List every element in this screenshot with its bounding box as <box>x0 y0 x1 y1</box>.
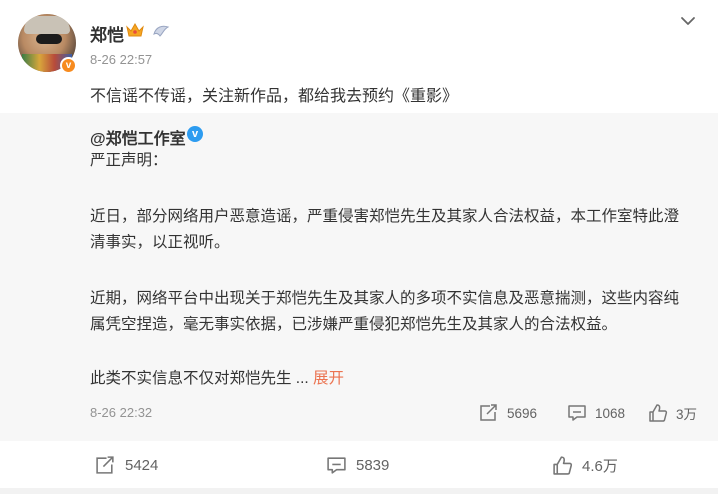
crown-icon <box>126 22 144 37</box>
quote-comment-count: 1068 <box>595 405 626 421</box>
quote-like-button[interactable]: 3万 <box>648 401 697 425</box>
post-time: 8-26 22:57 <box>90 52 153 67</box>
comment-button[interactable]: 5839 <box>326 452 389 478</box>
thumbs-up-icon <box>649 404 668 422</box>
author-name[interactable]: 郑恺 <box>90 21 124 46</box>
quote-line: 近日，部分网络用户恶意造谣，严重侵害郑恺先生及其家人合法权益，本工作室特此澄 <box>90 208 680 225</box>
thumbs-up-icon <box>553 455 573 475</box>
vip-icon <box>153 25 170 37</box>
quote-line: 清事实，以正视听。 <box>90 234 230 251</box>
divider <box>0 488 718 494</box>
expand-link[interactable]: 展开 <box>313 370 344 387</box>
quote-truncated-text: 此类不实信息不仅对郑恺先生 ... <box>90 370 309 387</box>
weibo-post: v 郑恺 8-26 22:57 不信谣不传谣，关注新作品，都给我去预约《重影》 … <box>0 0 718 494</box>
quote-author[interactable]: @郑恺工作室 <box>90 125 186 149</box>
quote-comment-button[interactable]: 1068 <box>567 401 625 425</box>
repost-button[interactable]: 5424 <box>95 452 158 478</box>
repost-icon <box>480 404 497 421</box>
avatar-cap <box>24 16 70 34</box>
blue-verified-icon: v <box>187 126 203 142</box>
quote-line: 属凭空捏造，毫无事实依据，已涉嫌严重侵犯郑恺先生及其家人的合法权益。 <box>90 316 618 333</box>
chevron-down-icon[interactable] <box>678 12 698 30</box>
quote-repost-count: 5696 <box>507 405 538 421</box>
quote-line: 近期，网络平台中出现关于郑恺先生及其家人的多项不实信息及恶意揣测，这些内容纯 <box>90 290 680 307</box>
quote-repost-button[interactable]: 5696 <box>479 401 537 425</box>
post-text: 不信谣不传谣，关注新作品，都给我去预约《重影》 <box>90 88 459 105</box>
like-count: 4.6万 <box>582 457 618 475</box>
verified-badge-icon: v <box>60 57 77 74</box>
comment-icon <box>568 405 586 421</box>
quote-time: 8-26 22:32 <box>90 405 153 420</box>
quote-line-truncated: 此类不实信息不仅对郑恺先生 ... 展开 <box>90 365 344 393</box>
quote-like-count: 3万 <box>676 407 698 422</box>
quote-line: 严正声明： <box>90 152 168 169</box>
repost-count: 5424 <box>125 456 159 474</box>
like-button[interactable]: 4.6万 <box>552 452 618 478</box>
quoted-post[interactable]: @郑恺工作室 v 严正声明： 近日，部分网络用户恶意造谣，严重侵害郑恺先生及其家… <box>0 113 718 441</box>
repost-icon <box>96 455 114 474</box>
avatar-glasses <box>36 34 62 44</box>
comment-count: 5839 <box>356 456 390 474</box>
comment-icon <box>327 456 346 474</box>
